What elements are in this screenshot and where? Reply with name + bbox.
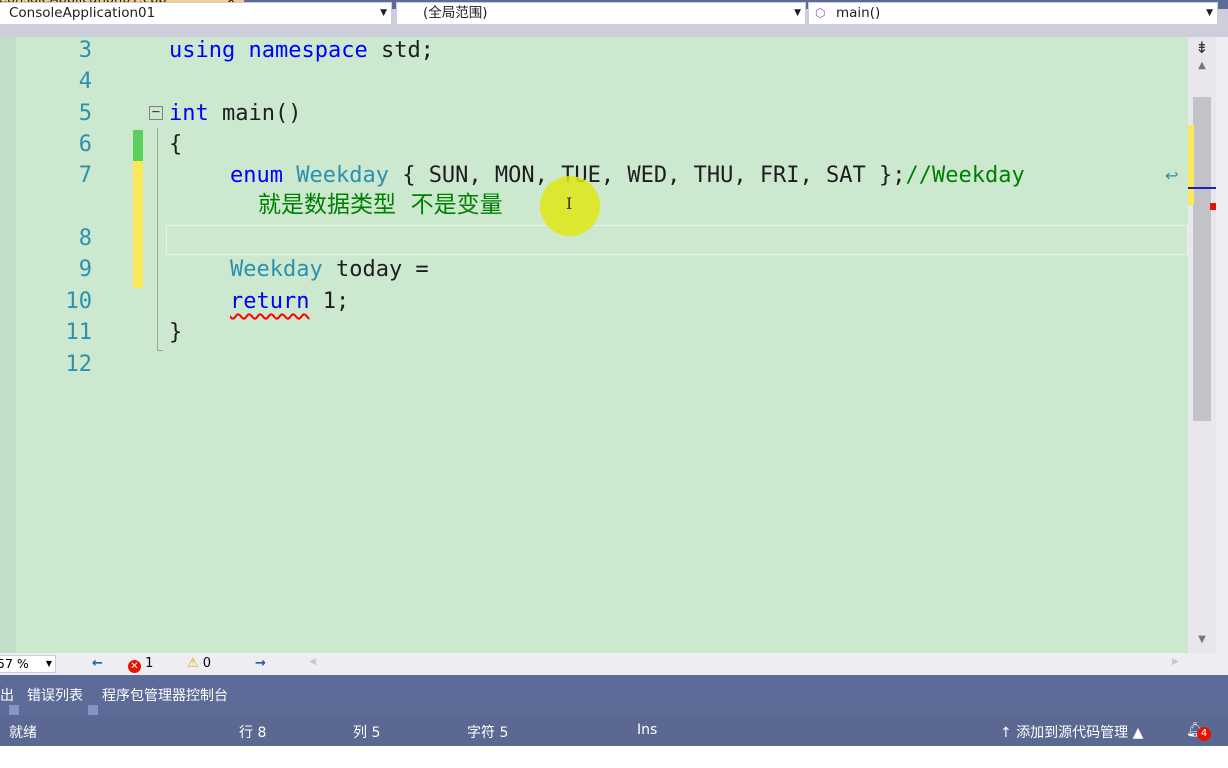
type-name: Weekday	[296, 163, 389, 188]
cube-icon: ⬡	[815, 6, 826, 20]
code-line: Weekday today =	[230, 254, 429, 285]
status-char: 字符 5	[467, 725, 509, 741]
warning-count: 0	[202, 656, 212, 671]
code-line: enum Weekday { SUN, MON, TUE, WED, THU, …	[230, 160, 1025, 191]
code-line: return 1;	[230, 286, 349, 317]
chevron-down-icon: ▼	[1206, 8, 1213, 18]
source-control-button[interactable]: ↑ 添加到源代码管理 ▲	[1000, 722, 1143, 742]
line-number: 6	[78, 132, 92, 157]
arrow-up-icon: ↑	[1000, 725, 1012, 741]
type-name: Weekday	[230, 257, 323, 282]
change-marker-saved	[133, 130, 143, 161]
tab-error-list[interactable]: 错误列表	[27, 685, 83, 705]
status-column: 列 5	[353, 725, 381, 741]
zoom-level: 57 %	[0, 656, 29, 671]
warning-icon: ⚠	[187, 656, 199, 671]
error-count: 1	[145, 656, 154, 671]
change-marker-unsaved	[133, 161, 143, 288]
line-number: 4	[78, 69, 92, 94]
line-number: 10	[65, 289, 93, 314]
member-dropdown-label: main()	[836, 5, 881, 21]
tab-divider	[9, 705, 19, 715]
status-row: 行 8	[239, 725, 267, 741]
scope-dropdown-label: (全局范围)	[423, 5, 488, 21]
code-text: main()	[208, 101, 302, 126]
chevron-up-icon: ▲	[1132, 725, 1144, 741]
code-line: {	[169, 132, 183, 157]
chevron-down-icon: ▼	[45, 659, 52, 668]
keyword: enum	[230, 163, 283, 188]
comment-wrapped: 就是数据类型 不是变量	[258, 192, 503, 218]
project-dropdown-label: ConsoleApplication01	[9, 5, 156, 21]
line-number: 11	[65, 320, 93, 345]
status-insert-mode[interactable]: Ins	[637, 722, 657, 738]
line-number: 7	[78, 163, 92, 188]
line-number: 8	[78, 226, 92, 251]
block-guide-end	[157, 350, 163, 351]
error-icon: ✕	[128, 660, 141, 673]
scroll-right-icon[interactable]: ▶	[1172, 657, 1179, 667]
scroll-down-icon[interactable]: ▼	[1190, 634, 1214, 648]
code-text: { SUN, MON, TUE, WED, THU, FRI, SAT };	[388, 163, 906, 188]
status-state: 就绪	[9, 725, 37, 741]
split-window-icon[interactable]: ⇟	[1190, 38, 1214, 58]
line-number: 9	[78, 257, 92, 282]
line-number: 5	[78, 101, 92, 126]
scroll-left-icon[interactable]: ◀	[309, 657, 316, 667]
code-text: today =	[322, 257, 429, 282]
text-cursor-icon: I	[566, 194, 573, 213]
tab-package-manager-console[interactable]: 程序包管理器控制台	[102, 685, 228, 705]
code-text: std;	[367, 38, 434, 63]
source-control-label: 添加到源代码管理	[1016, 725, 1129, 741]
chevron-down-icon: ▼	[380, 8, 387, 18]
window-edge	[1216, 37, 1228, 653]
comment: //Weekday	[905, 163, 1025, 188]
project-dropdown[interactable]: ConsoleApplication01 ▼	[0, 2, 392, 25]
warning-count-button[interactable]: ⚠ 0	[187, 655, 211, 673]
keyword: using	[169, 38, 236, 63]
code-text: 1;	[309, 289, 350, 314]
error-count-button[interactable]: ✕ 1	[128, 655, 153, 673]
editor-footer	[0, 653, 1228, 675]
member-dropdown[interactable]: ⬡ main() ▼	[808, 2, 1218, 25]
current-line-highlight	[166, 225, 1188, 255]
scrollbar-change-marker	[1188, 125, 1194, 205]
code-line: int main()	[169, 98, 301, 129]
block-guide-line	[157, 128, 158, 351]
code-line: using namespace std;	[169, 35, 434, 66]
word-wrap-icon: ↩	[1165, 166, 1179, 185]
notification-count: 4	[1197, 727, 1211, 741]
navigate-forward-icon[interactable]: →	[255, 655, 266, 673]
chevron-down-icon: ▼	[794, 8, 801, 18]
line-number: 12	[65, 352, 93, 377]
navigate-back-icon[interactable]: ←	[92, 655, 103, 673]
tab-divider	[88, 705, 98, 715]
zoom-dropdown[interactable]: 57 % ▼	[0, 655, 56, 673]
scrollbar-thumb[interactable]	[1193, 97, 1211, 421]
keyword: int	[169, 101, 209, 126]
scope-dropdown[interactable]: (全局范围) ▼	[396, 2, 806, 25]
tab-output[interactable]: 输出	[0, 685, 14, 705]
editor-margin	[0, 37, 16, 653]
keyword-error: return	[230, 289, 310, 314]
line-number: 3	[78, 38, 92, 63]
window-bottom-edge	[0, 746, 1228, 768]
code-line: }	[169, 320, 183, 345]
collapse-icon[interactable]: −	[149, 105, 163, 120]
keyword: namespace	[248, 38, 368, 63]
scroll-up-icon[interactable]: ▲	[1190, 60, 1214, 74]
